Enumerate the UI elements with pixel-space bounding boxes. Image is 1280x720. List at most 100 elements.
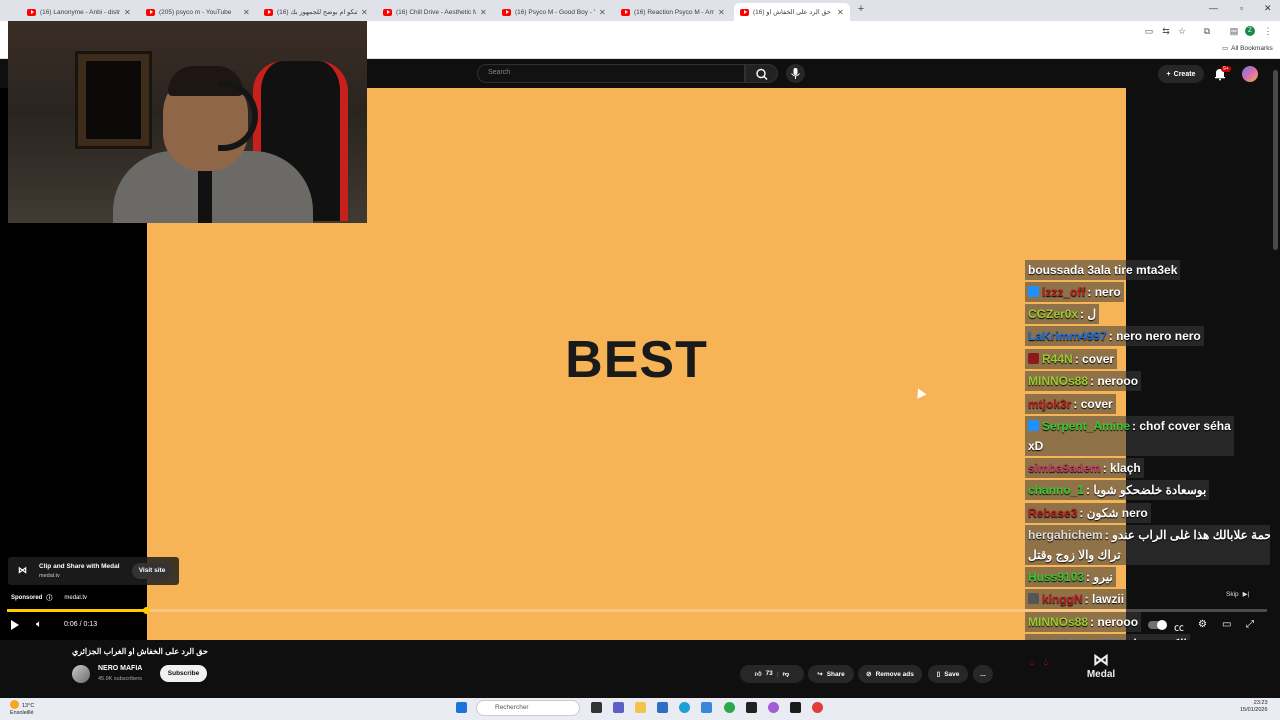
browser-tab[interactable]: (205) psyco m - YouTube ✕ <box>140 3 256 21</box>
subscribe-button[interactable]: Subscribe <box>160 665 207 682</box>
new-tab-button[interactable]: + <box>855 3 867 15</box>
file-explorer-icon[interactable] <box>635 702 646 713</box>
maximize-icon[interactable]: ▫ <box>1240 3 1243 13</box>
more-actions-button[interactable]: ... <box>973 665 993 683</box>
sidebar-icon[interactable]: ▤ <box>1228 25 1240 37</box>
cast-icon[interactable]: ▭ <box>1143 25 1155 37</box>
app-icon-recorder[interactable] <box>812 702 823 713</box>
create-button[interactable]: + Create <box>1158 65 1204 83</box>
chat-username[interactable]: Serpent_Amine <box>1042 419 1130 433</box>
chrome-icon[interactable] <box>724 702 735 713</box>
close-tab-icon[interactable]: ✕ <box>718 8 725 17</box>
chat-text: نيرو <box>1093 570 1113 584</box>
chat-badge-icon <box>1028 593 1039 604</box>
store-icon[interactable] <box>657 702 668 713</box>
youtube-avatar[interactable] <box>1242 66 1258 82</box>
app-icon-obs[interactable] <box>746 702 757 713</box>
sponsored-domain[interactable]: medal.tv <box>64 595 87 601</box>
translate-icon[interactable]: ⇆ <box>1160 25 1172 37</box>
chat-username[interactable]: mtjok3r <box>1028 397 1071 411</box>
chat-username[interactable]: kinggN <box>1042 592 1083 606</box>
chat-username[interactable]: channo_1 <box>1028 483 1084 497</box>
share-button[interactable]: ↪ Share <box>808 665 854 683</box>
sun-icon <box>10 700 19 709</box>
app-icon-messenger[interactable] <box>768 702 779 713</box>
chat-username[interactable]: MINNOs88 <box>1028 615 1088 629</box>
browser-profile-avatar[interactable]: Z <box>1245 26 1255 36</box>
channel-name[interactable]: NERO MAFIA <box>98 665 142 672</box>
chat-username[interactable]: hergahichem <box>1028 528 1103 542</box>
browser-tab[interactable]: (16) Psyco M - Good Boy - You✕ <box>496 3 612 21</box>
ad-title: Clip and Share with Medal <box>39 563 120 570</box>
chat-separator: : <box>1084 592 1093 606</box>
close-tab-icon[interactable]: ✕ <box>480 8 487 17</box>
browser-tab[interactable]: (16) بتشكو ام بوضح للجمهور بك ✕ <box>258 3 374 21</box>
chat-badge-icon <box>1028 286 1039 297</box>
minimize-icon[interactable]: — <box>1209 3 1218 13</box>
windows-search-input[interactable]: Rechercher <box>476 700 580 716</box>
chat-text: cover <box>1082 352 1115 366</box>
browser-tab[interactable]: (16) Reaction Psyco M - Amun ✕ <box>615 3 731 21</box>
youtube-favicon-icon <box>264 8 273 16</box>
chat-username[interactable]: lzzz_off <box>1042 285 1085 299</box>
teams-icon[interactable] <box>613 702 624 713</box>
chat-separator: : <box>1087 285 1095 299</box>
chat-username[interactable]: Rebase3 <box>1028 506 1077 520</box>
like-dislike-group: 👍︎ 73 | 👎︎ <box>740 665 804 683</box>
chat-username[interactable]: MINNOs88 <box>1028 374 1088 388</box>
progress-bar[interactable] <box>7 609 1267 612</box>
miniplayer-icon[interactable]: ▭ <box>1222 619 1231 630</box>
channel-avatar[interactable] <box>72 665 90 683</box>
browser-tab[interactable]: (16) حق الرد على الخفاش او ✕ <box>734 3 850 21</box>
browser-tab[interactable]: (16) Chill Drive - Aesthetic Mu ✕ <box>377 3 493 21</box>
chat-username[interactable]: CGZer0x <box>1028 307 1078 321</box>
play-icon[interactable] <box>11 620 19 630</box>
weather-widget[interactable]: 13°C Ensoleillé <box>10 700 34 717</box>
close-tab-icon[interactable]: ✕ <box>124 8 131 17</box>
chat-text: chof cover séha <box>1139 419 1231 433</box>
voice-search-button[interactable] <box>786 64 805 83</box>
chat-separator: : <box>1108 329 1117 343</box>
all-bookmarks-button[interactable]: ▭ All Bookmarks <box>1222 44 1273 53</box>
chat-username[interactable]: simba9adem <box>1028 461 1101 475</box>
close-tab-icon[interactable]: ✕ <box>243 8 250 17</box>
medal-logo-icon: ⋈ <box>18 565 27 575</box>
remove-ads-button[interactable]: ⊘ Remove ads <box>858 665 922 683</box>
progress-scrubber[interactable] <box>143 607 150 614</box>
browser-menu-icon[interactable]: ⋮ <box>1262 25 1274 37</box>
close-tab-icon[interactable]: ✕ <box>837 8 844 17</box>
scrollbar-thumb[interactable] <box>1273 70 1278 250</box>
youtube-favicon-icon <box>502 8 511 16</box>
app-icon-capcut[interactable] <box>790 702 801 713</box>
search-input[interactable]: Search <box>477 64 745 83</box>
skip-ad-button[interactable]: Skip ▶| <box>1226 590 1249 599</box>
fullscreen-icon[interactable]: ⤢ <box>1246 619 1254 630</box>
task-view-icon[interactable] <box>591 702 602 713</box>
chat-username[interactable]: R44N <box>1042 352 1073 366</box>
close-tab-icon[interactable]: ✕ <box>599 8 606 17</box>
close-window-icon[interactable]: ✕ <box>1264 3 1272 14</box>
search-button[interactable] <box>745 64 778 83</box>
volume-icon[interactable]: 🔈︎ <box>36 619 42 630</box>
visit-site-button[interactable]: Visit site <box>132 563 172 579</box>
save-button[interactable]: ▯ Save <box>928 665 968 683</box>
info-icon[interactable]: ⓘ <box>46 593 52 602</box>
autoplay-toggle-knob <box>1157 620 1167 630</box>
mail-icon[interactable] <box>701 702 712 713</box>
chat-text: boussada 3ala tire mta3ek <box>1028 263 1178 277</box>
edge-icon[interactable] <box>679 702 690 713</box>
chat-separator: : <box>1104 528 1113 542</box>
like-button[interactable]: 👍︎ 73 <box>755 670 773 678</box>
close-tab-icon[interactable]: ✕ <box>361 8 368 17</box>
extensions-icon[interactable]: ⧉ <box>1201 25 1213 37</box>
browser-tab[interactable]: (16) Lanonyme - Anbi - distracti✕ <box>21 3 137 21</box>
system-clock[interactable]: 23:23 15/01/2026 <box>1240 700 1268 714</box>
subtitles-icon[interactable]: ㏄ <box>1174 619 1184 634</box>
chat-username[interactable]: LaKrimm4997 <box>1028 329 1107 343</box>
windows-start-icon[interactable] <box>456 702 467 713</box>
chat-message: hergahichem: حمة علابالك هذا غلى الراب ع… <box>1025 525 1275 565</box>
thumbs-down-icon[interactable]: 👎︎ <box>783 670 790 678</box>
bookmark-star-icon[interactable]: ☆ <box>1176 25 1188 37</box>
settings-gear-icon[interactable]: ⚙ <box>1198 619 1207 630</box>
chat-username[interactable]: Huss9103 <box>1028 570 1084 584</box>
